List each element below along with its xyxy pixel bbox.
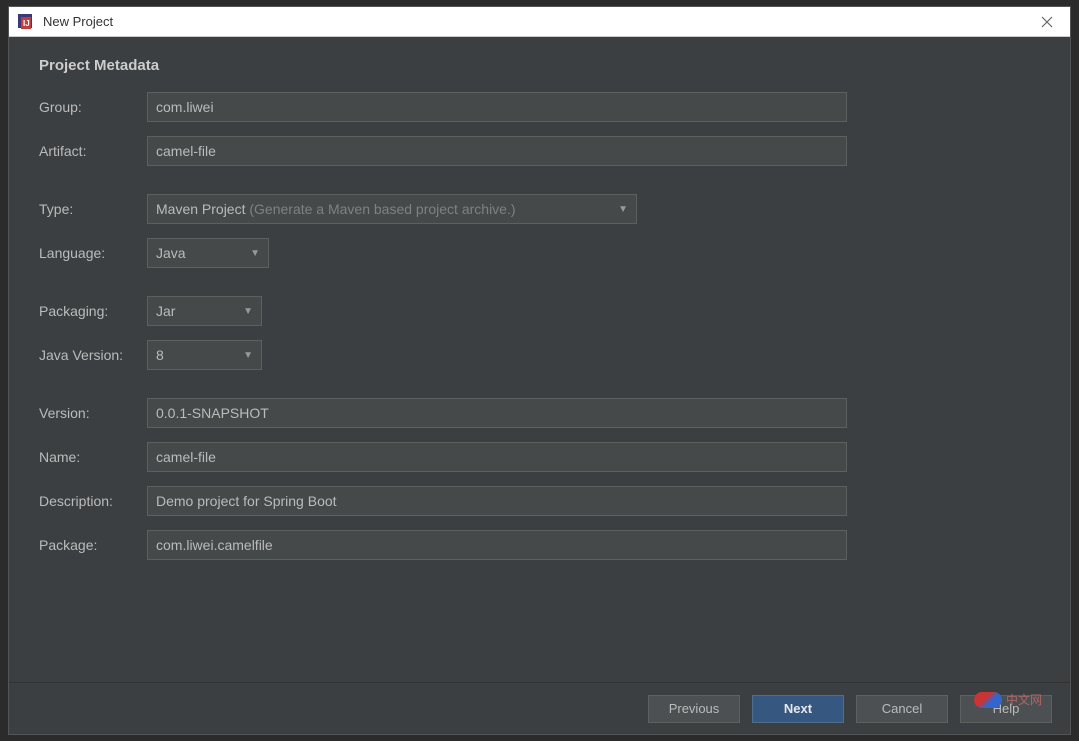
row-version: Version: — [39, 398, 1040, 428]
chevron-down-icon: ▼ — [250, 248, 260, 259]
row-artifact: Artifact: — [39, 136, 1040, 166]
button-bar: Previous Next Cancel Help — [9, 682, 1070, 734]
help-button[interactable]: Help — [960, 695, 1052, 723]
row-description: Description: — [39, 486, 1040, 516]
packaging-select[interactable]: Jar ▼ — [147, 296, 262, 326]
artifact-label: Artifact: — [39, 143, 147, 159]
row-name: Name: — [39, 442, 1040, 472]
next-button[interactable]: Next — [752, 695, 844, 723]
packaging-label: Packaging: — [39, 303, 147, 319]
version-label: Version: — [39, 405, 147, 421]
cancel-button[interactable]: Cancel — [856, 695, 948, 723]
language-label: Language: — [39, 245, 147, 261]
close-icon[interactable] — [1032, 7, 1062, 37]
row-packaging: Packaging: Jar ▼ — [39, 296, 1040, 326]
group-input[interactable] — [147, 92, 847, 122]
package-label: Package: — [39, 537, 147, 553]
java-version-label: Java Version: — [39, 347, 147, 363]
row-group: Group: — [39, 92, 1040, 122]
chevron-down-icon: ▼ — [618, 204, 628, 215]
java-version-select[interactable]: 8 ▼ — [147, 340, 262, 370]
chevron-down-icon: ▼ — [243, 306, 253, 317]
name-label: Name: — [39, 449, 147, 465]
name-input[interactable] — [147, 442, 847, 472]
type-select[interactable]: Maven Project (Generate a Maven based pr… — [147, 194, 637, 224]
packaging-select-text: Jar — [156, 303, 235, 319]
dialog-content: Project Metadata Group: Artifact: Type: … — [9, 37, 1070, 682]
language-select-text: Java — [156, 245, 242, 261]
type-select-text: Maven Project (Generate a Maven based pr… — [156, 201, 610, 217]
row-type: Type: Maven Project (Generate a Maven ba… — [39, 194, 1040, 224]
version-input[interactable] — [147, 398, 847, 428]
window-title: New Project — [43, 14, 1032, 29]
row-package: Package: — [39, 530, 1040, 560]
artifact-input[interactable] — [147, 136, 847, 166]
row-java-version: Java Version: 8 ▼ — [39, 340, 1040, 370]
description-input[interactable] — [147, 486, 847, 516]
group-label: Group: — [39, 99, 147, 115]
svg-text:IJ: IJ — [23, 19, 30, 28]
new-project-dialog: IJ New Project Project Metadata Group: A… — [8, 6, 1071, 735]
chevron-down-icon: ▼ — [243, 350, 253, 361]
package-input[interactable] — [147, 530, 847, 560]
row-language: Language: Java ▼ — [39, 238, 1040, 268]
app-icon: IJ — [17, 13, 35, 31]
description-label: Description: — [39, 493, 147, 509]
java-version-select-text: 8 — [156, 347, 235, 363]
previous-button[interactable]: Previous — [648, 695, 740, 723]
type-label: Type: — [39, 201, 147, 217]
titlebar: IJ New Project — [9, 7, 1070, 37]
language-select[interactable]: Java ▼ — [147, 238, 269, 268]
section-heading: Project Metadata — [39, 57, 1040, 74]
